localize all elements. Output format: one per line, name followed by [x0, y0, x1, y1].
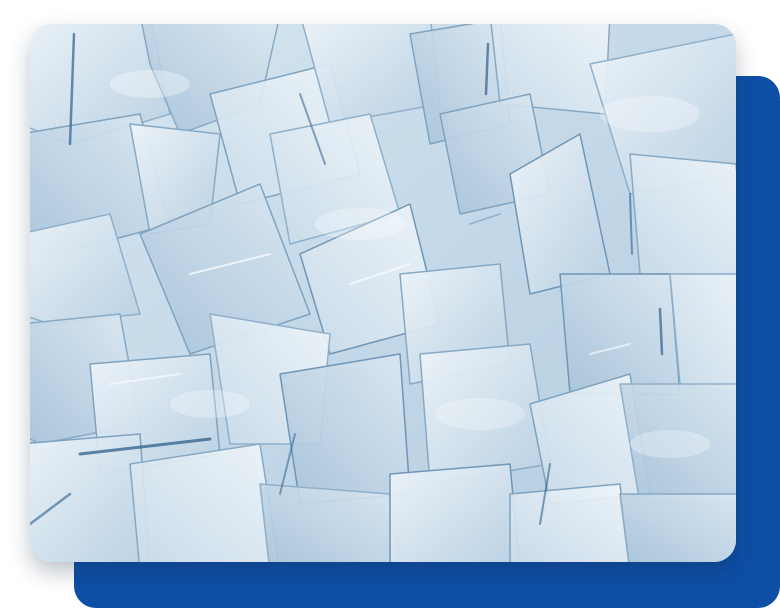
ice-cubes-photo [30, 24, 736, 562]
ice-cubes-illustration [30, 24, 736, 562]
hero-image-composition [0, 0, 780, 608]
